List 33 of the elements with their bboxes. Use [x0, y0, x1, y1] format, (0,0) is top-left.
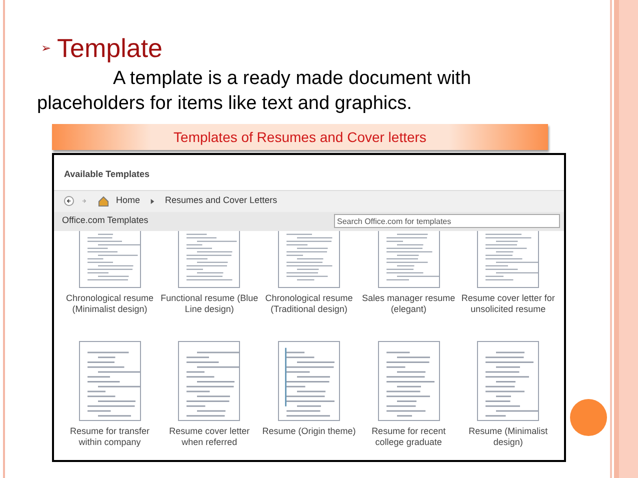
search-field[interactable]: Search Office.com for templates	[334, 214, 560, 228]
document-thumbnail[interactable]	[278, 340, 340, 420]
template-name: Resume for transfer within company	[69, 426, 151, 448]
document-thumbnail[interactable]	[477, 340, 540, 420]
section-title: Office.com Templates	[62, 214, 148, 228]
template-name: Chronological resume (Minimalist design)	[65, 292, 155, 314]
document-thumbnail[interactable]	[78, 230, 141, 288]
panel-heading: Available Templates	[64, 168, 151, 181]
document-thumbnail[interactable]	[378, 340, 440, 420]
document-thumbnail[interactable]	[78, 340, 141, 420]
breadcrumb-link[interactable]: Home	[116, 194, 140, 208]
template-name: Resume cover letter when referred	[168, 426, 251, 448]
home-icon[interactable]	[98, 196, 109, 206]
template-name: Sales manager resume (elegant)	[361, 292, 456, 314]
slide-title: Template	[57, 33, 162, 63]
back-icon[interactable]	[64, 196, 74, 206]
document-thumbnail[interactable]	[378, 230, 440, 288]
breadcrumb-separator-icon	[150, 198, 156, 204]
document-thumbnail[interactable]	[278, 230, 340, 288]
document-thumbnail[interactable]	[178, 340, 240, 420]
template-name: Chronological resume (Traditional design)	[264, 292, 354, 314]
template-name: Functional resume (Blue Line design)	[160, 292, 258, 314]
bullet-icon: ➢	[41, 39, 51, 57]
document-thumbnail[interactable]	[477, 230, 540, 288]
template-name: Resume cover letter for unsolicited resume	[460, 292, 556, 314]
breadcrumb-link[interactable]: Resumes and Cover Letters	[165, 194, 278, 208]
template-name: Resume (Origin theme)	[261, 426, 357, 436]
banner: Templates of Resumes and Cover letters	[52, 124, 548, 150]
forward-icon[interactable]	[80, 197, 88, 205]
body-text: A template is a ready made document with placeholders for items like text and graphics.	[37, 67, 472, 116]
document-thumbnail[interactable]	[178, 230, 240, 288]
template-name: Resume for recent college graduate	[370, 426, 447, 448]
template-name: Resume (Minimalist design)	[468, 426, 549, 448]
